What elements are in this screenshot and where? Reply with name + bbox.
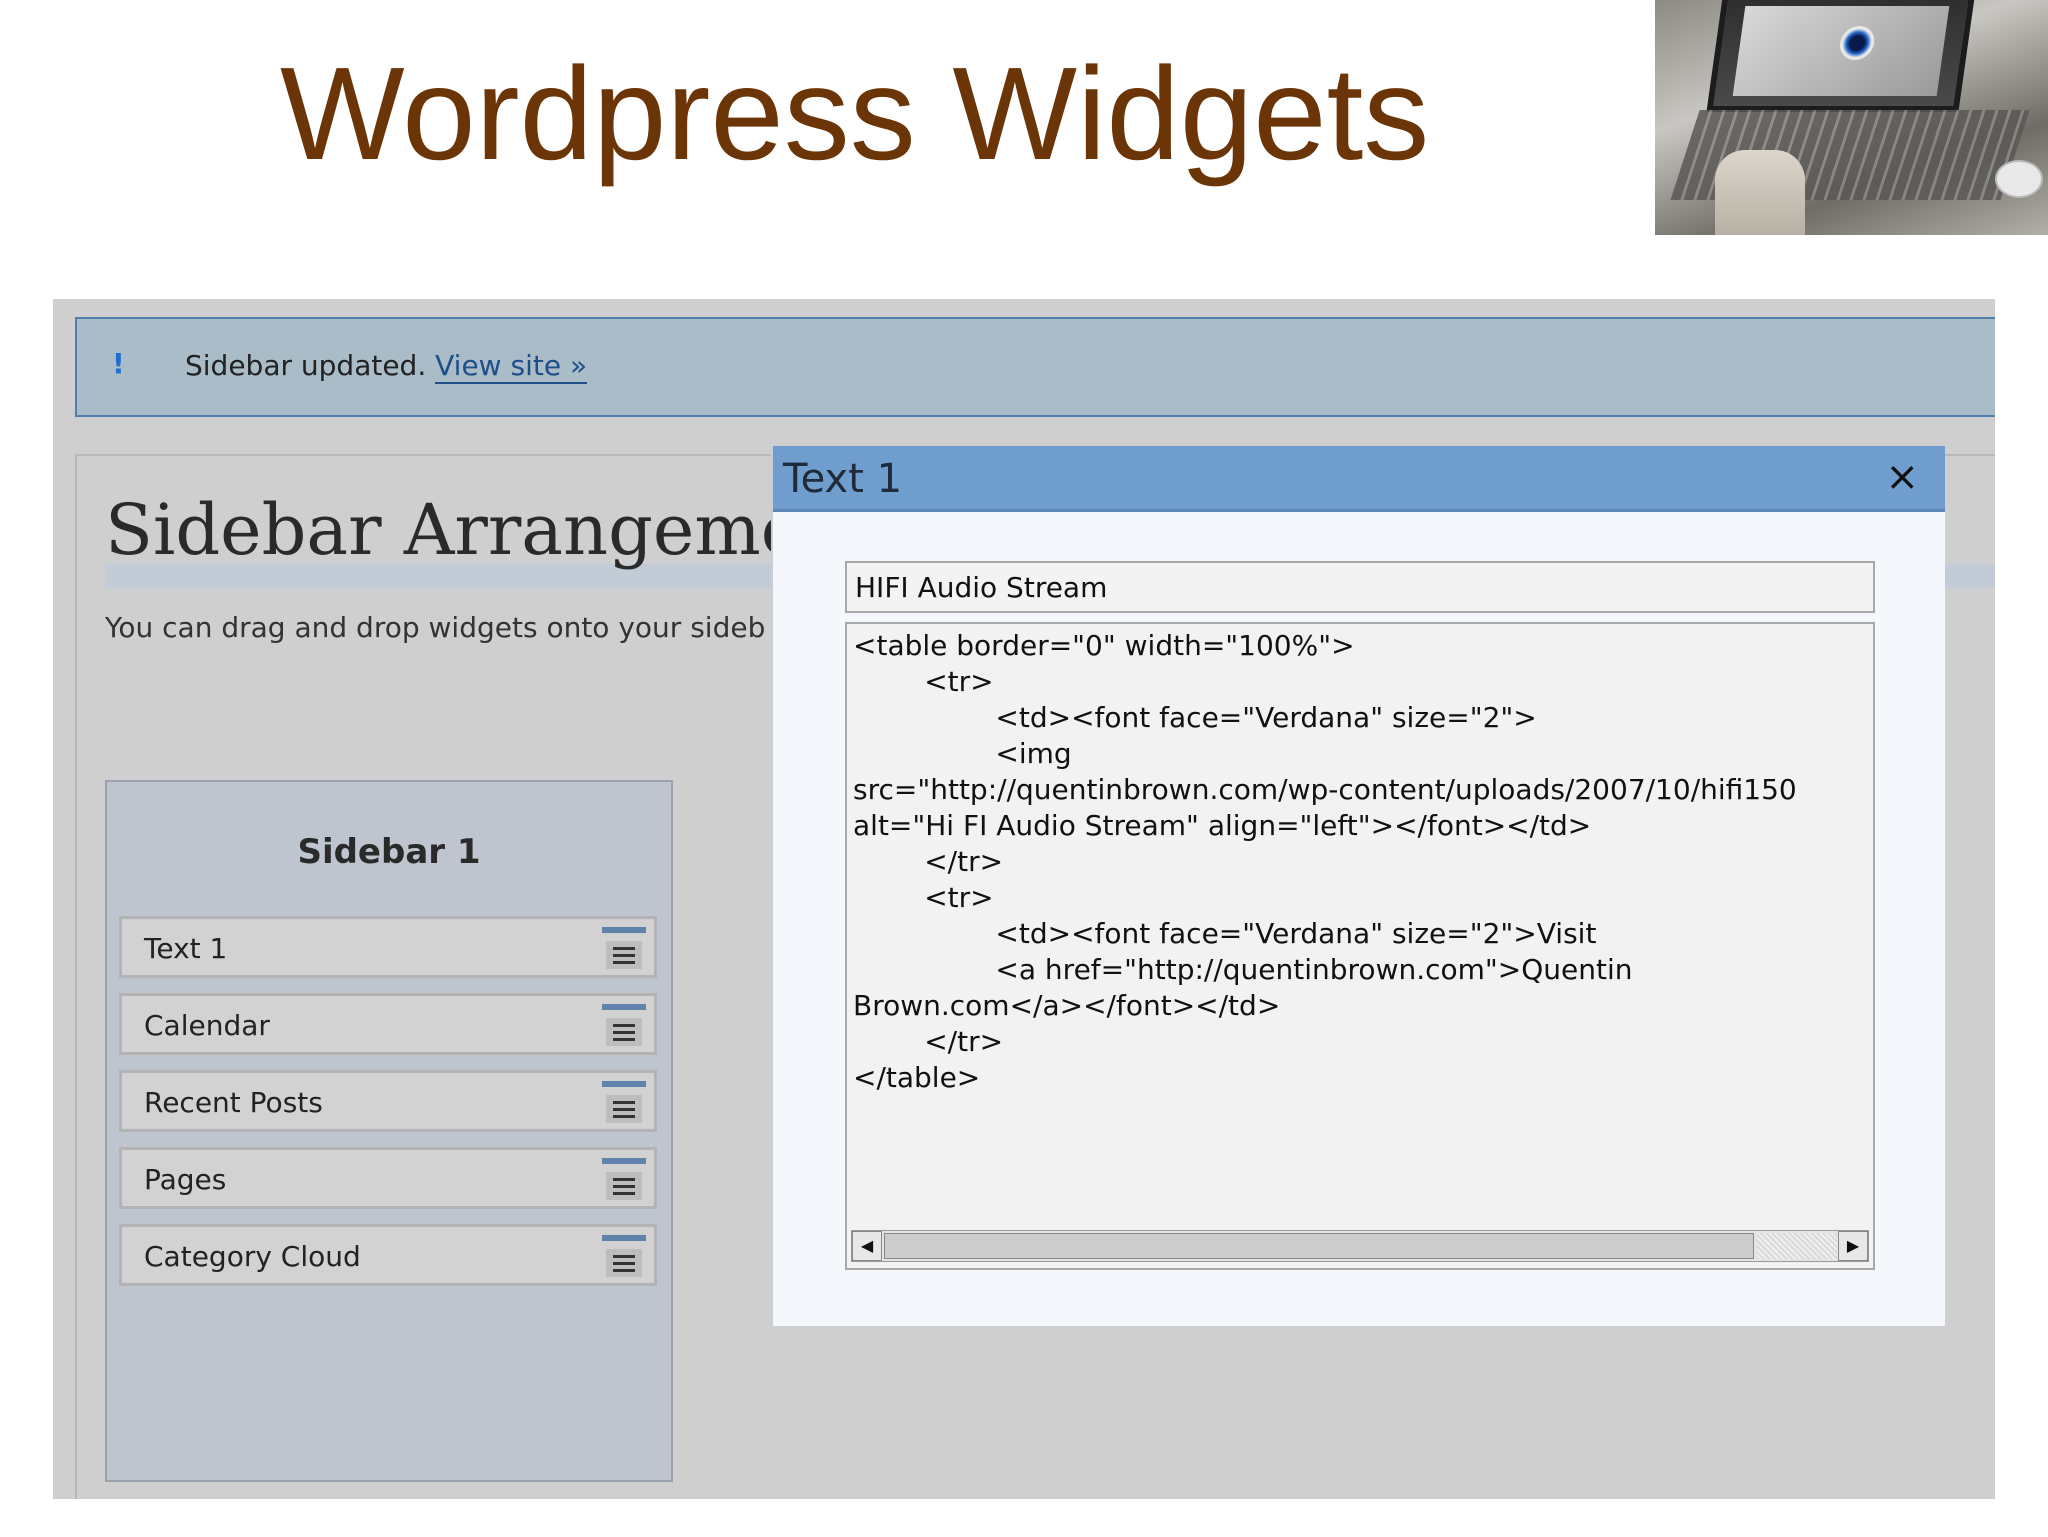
code-line: src="http://quentinbrown.com/wp-content/… xyxy=(853,773,1797,806)
sidebar-title: Sidebar 1 xyxy=(297,832,481,872)
page-heading: Sidebar Arrangement xyxy=(105,489,876,571)
widget-label: Pages xyxy=(144,1163,227,1196)
widget-edit-dialog: Text 1 × <table border="0" width="100%">… xyxy=(771,446,1945,1326)
notice-text: Sidebar updated. xyxy=(185,349,427,382)
drag-handle-icon[interactable] xyxy=(602,1077,646,1127)
code-line: <table border="0" width="100%"> xyxy=(853,629,1355,662)
drag-handle-icon[interactable] xyxy=(602,923,646,973)
view-site-link[interactable]: View site » xyxy=(435,349,588,384)
scroll-thumb[interactable] xyxy=(884,1233,1754,1259)
exclamation-icon: ! xyxy=(112,347,125,380)
code-line: <tr> xyxy=(853,665,994,698)
widget-text-area[interactable]: <table border="0" width="100%"> <tr> <td… xyxy=(845,622,1875,1270)
laptop-eye-photo xyxy=(1655,0,2048,235)
widget-pages[interactable]: Pages xyxy=(119,1147,657,1209)
drag-handle-icon[interactable] xyxy=(602,1000,646,1050)
scroll-left-icon[interactable]: ◀ xyxy=(852,1231,882,1261)
close-icon[interactable]: × xyxy=(1885,454,1919,500)
code-line: </tr> xyxy=(853,1025,1004,1058)
intro-text: You can drag and drop widgets onto your … xyxy=(105,611,766,644)
horizontal-scrollbar[interactable]: ◀ ▶ xyxy=(851,1230,1869,1262)
sidebar-panel: Sidebar 1 Text 1 Calendar Recent Posts P… xyxy=(105,780,673,1482)
slide-title: Wordpress Widgets xyxy=(280,40,1430,187)
dialog-title: Text 1 xyxy=(783,456,903,502)
code-line: </tr> xyxy=(853,845,1004,878)
widget-category-cloud[interactable]: Category Cloud xyxy=(119,1224,657,1286)
drag-handle-icon[interactable] xyxy=(602,1154,646,1204)
code-line: Brown.com</a></font></td> xyxy=(853,989,1281,1022)
update-notice: ! Sidebar updated. View site » xyxy=(75,317,1995,417)
widget-label: Text 1 xyxy=(144,932,228,965)
code-line: </table> xyxy=(853,1061,981,1094)
drag-handle-icon[interactable] xyxy=(602,1231,646,1281)
widget-recent-posts[interactable]: Recent Posts xyxy=(119,1070,657,1132)
scroll-right-icon[interactable]: ▶ xyxy=(1838,1231,1868,1261)
wordpress-admin-screenshot: ! Sidebar updated. View site » Sidebar A… xyxy=(53,299,1995,1499)
code-line: <td><font face="Verdana" size="2"> xyxy=(853,701,1537,734)
widget-label: Category Cloud xyxy=(144,1240,361,1273)
code-line: <td><font face="Verdana" size="2">Visit xyxy=(853,917,1597,950)
widget-label: Recent Posts xyxy=(144,1086,323,1119)
widget-text-1[interactable]: Text 1 xyxy=(119,916,657,978)
code-line: <a href="http://quentinbrown.com">Quenti… xyxy=(853,953,1633,986)
widget-calendar[interactable]: Calendar xyxy=(119,993,657,1055)
code-line: <tr> xyxy=(853,881,994,914)
widget-title-input[interactable] xyxy=(845,561,1875,613)
dialog-titlebar[interactable]: Text 1 × xyxy=(773,446,1945,512)
code-line: alt="Hi FI Audio Stream" align="left"></… xyxy=(853,809,1592,842)
widget-label: Calendar xyxy=(144,1009,270,1042)
code-line: <img xyxy=(853,737,1072,770)
notice-message: Sidebar updated. View site » xyxy=(185,349,588,384)
scroll-track[interactable] xyxy=(1757,1233,1837,1259)
